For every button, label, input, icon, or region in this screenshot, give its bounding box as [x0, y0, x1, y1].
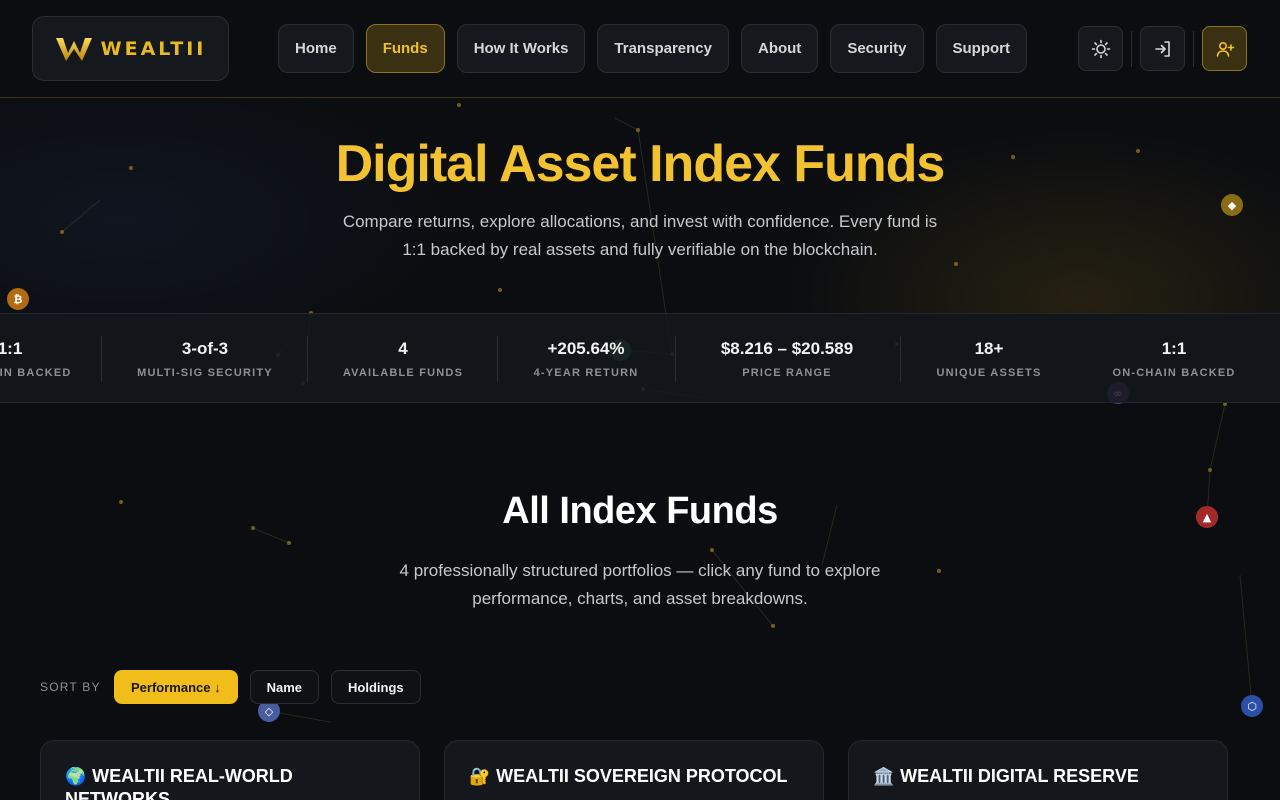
nav-transparency[interactable]: Transparency — [597, 24, 729, 73]
stat-item: 18+ UNIQUE ASSETS — [919, 314, 1059, 404]
fund-card-title: 🔐 WEALTII SOVEREIGN PROTOCOL — [469, 765, 799, 788]
wealtii-logo-icon — [55, 37, 92, 61]
fund-card-title: 🏛️ WEALTII DIGITAL RESERVE — [873, 765, 1203, 788]
section-title: All Index Funds — [502, 490, 778, 532]
fund-name: WEALTII DIGITAL RESERVE — [900, 766, 1139, 786]
page-title: Digital Asset Index Funds — [335, 135, 946, 193]
stat-label: UNIQUE ASSETS — [936, 367, 1042, 379]
stat-item: 3-of-3 MULTI-SIG SECURITY — [125, 314, 285, 404]
nav-about[interactable]: About — [740, 24, 819, 73]
stat-label: MULTI-SIG SECURITY — [137, 367, 273, 379]
stat-label: ON-CHAIN BACKED — [0, 367, 72, 379]
user-plus-icon — [1216, 41, 1234, 57]
header-divider — [1193, 30, 1194, 67]
logo[interactable]: WEALTII — [32, 16, 229, 81]
fund-card[interactable]: 🔐 WEALTII SOVEREIGN PROTOCOL — [444, 740, 824, 800]
stat-divider — [497, 336, 498, 382]
hero-glow — [0, 98, 1280, 314]
sun-icon — [1091, 39, 1110, 58]
stat-value: $8.216 – $20.589 — [720, 339, 854, 358]
stats-ticker: 1:1 ON-CHAIN BACKED 3-of-3 MULTI-SIG SEC… — [0, 313, 1280, 403]
stat-label: PRICE RANGE — [742, 367, 832, 379]
fund-card[interactable]: 🏛️ WEALTII DIGITAL RESERVE — [848, 740, 1228, 800]
theme-toggle-button[interactable] — [1078, 26, 1123, 71]
fund-card[interactable]: 🌍 WEALTII REAL-WORLD NETWORKS — [40, 740, 420, 800]
stat-divider — [675, 336, 676, 382]
sign-up-button[interactable] — [1202, 26, 1247, 71]
hero-subtitle: Compare returns, explore allocations, an… — [342, 212, 938, 259]
stat-value: 4 — [398, 339, 408, 358]
stat-label: AVAILABLE FUNDS — [342, 367, 464, 379]
nav-how-it-works[interactable]: How It Works — [456, 24, 586, 73]
stat-value: +205.64% — [547, 339, 625, 358]
fund-card-title: 🌍 WEALTII REAL-WORLD NETWORKS — [65, 765, 395, 800]
brand-name: WEALTII — [100, 37, 207, 60]
nav-support[interactable]: Support — [935, 24, 1028, 73]
stat-label: 4-YEAR RETURN — [533, 367, 639, 379]
main-nav: Home Funds How It Works Transparency Abo… — [278, 24, 1028, 73]
stat-value: 1:1 — [1161, 339, 1187, 358]
sort-options: Performance ↓ Name Holdings — [114, 670, 421, 704]
stat-item: +205.64% 4-YEAR RETURN — [516, 314, 656, 404]
stat-item: 4 AVAILABLE FUNDS — [333, 314, 473, 404]
stat-item: $8.216 – $20.589 PRICE RANGE — [697, 314, 877, 404]
sort-performance-button[interactable]: Performance ↓ — [114, 670, 238, 704]
chainlink-coin-icon: ⬡ — [1241, 695, 1263, 717]
nav-home[interactable]: Home — [278, 24, 354, 73]
stat-label: ON-CHAIN BACKED — [1112, 367, 1236, 379]
stat-value: 1:1 — [0, 339, 23, 358]
bitcoin-coin-icon: ₿ — [7, 288, 29, 310]
globe-icon: 🌍 — [65, 767, 87, 787]
sort-label: SORT BY — [40, 680, 101, 694]
fund-name: WEALTII REAL-WORLD NETWORKS — [65, 766, 293, 800]
stat-divider — [101, 336, 102, 382]
stat-value: 18+ — [974, 339, 1004, 358]
site-header: WEALTII Home Funds How It Works Transpar… — [0, 0, 1280, 98]
stat-value: 3-of-3 — [181, 339, 229, 358]
lock-key-icon: 🔐 — [469, 767, 491, 787]
sort-name-button[interactable]: Name — [249, 670, 320, 704]
bnb-coin-icon: ◆ — [1221, 194, 1243, 216]
header-divider — [1131, 30, 1132, 67]
sort-holdings-button[interactable]: Holdings — [331, 670, 421, 704]
bank-icon: 🏛️ — [873, 767, 895, 787]
header-actions — [1078, 26, 1247, 71]
section-subtitle: 4 professionally structured portfolios —… — [399, 561, 881, 608]
nav-funds[interactable]: Funds — [365, 24, 445, 73]
sign-in-button[interactable] — [1140, 26, 1185, 71]
stat-item: 1:1 ON-CHAIN BACKED — [0, 314, 90, 404]
fund-name: WEALTII SOVEREIGN PROTOCOL — [496, 766, 788, 786]
nav-security[interactable]: Security — [830, 24, 924, 73]
sign-in-icon — [1154, 40, 1170, 57]
stat-item: 1:1 ON-CHAIN BACKED — [1104, 314, 1244, 404]
stat-divider — [900, 336, 901, 382]
stat-divider — [307, 336, 308, 382]
